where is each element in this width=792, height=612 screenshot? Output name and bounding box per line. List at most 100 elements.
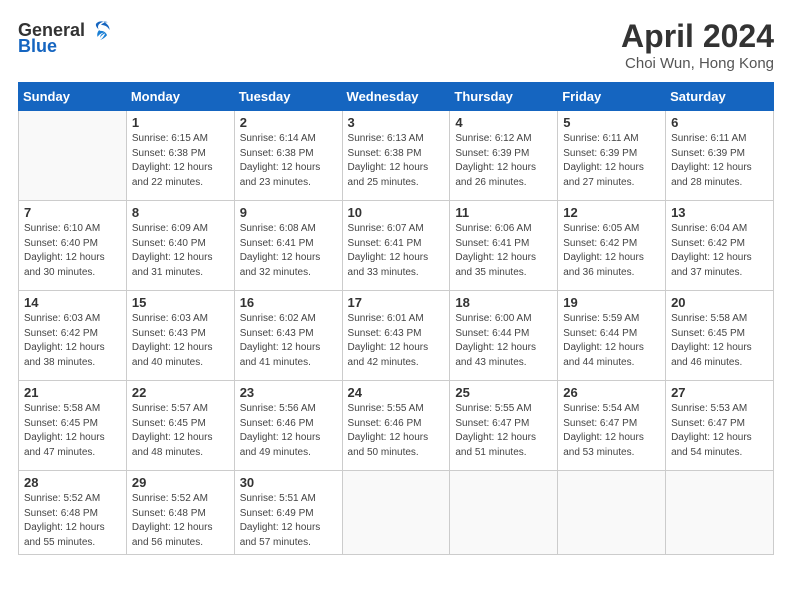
calendar-cell: 17Sunrise: 6:01 AM Sunset: 6:43 PM Dayli… [342, 291, 450, 381]
calendar-cell: 15 Sunrise: 6:03 AM Sunset: 6:43 PM Dayli… [126, 291, 234, 381]
weekday-header-monday: Monday [126, 83, 234, 111]
calendar-cell: 19 Sunrise: 5:59 AM Sunset: 6:44 PM Dayli… [558, 291, 666, 381]
calendar-cell: 10Sunrise: 6:07 AM Sunset: 6:41 PM Dayli… [342, 201, 450, 291]
day-info: Sunrise: 5:56 AM Sunset: 6:46 PM Dayligh… [240, 402, 337, 460]
day-number: 3 [348, 115, 445, 130]
calendar-cell: 3 Sunrise: 6:13 AM Sunset: 6:38 PM Daylig… [342, 111, 450, 201]
day-number: 25 [455, 385, 552, 400]
logo-bird-icon [89, 18, 113, 42]
day-info: Sunrise: 6:06 AM Sunset: 6:41 PM Dayligh… [455, 222, 552, 280]
day-info: Sunrise: 6:13 AM Sunset: 6:38 PM Dayligh… [348, 132, 445, 190]
day-info: Sunrise: 6:00 AM Sunset: 6:44 PM Dayligh… [455, 312, 552, 370]
week-row-3: 14Sunrise: 6:03 AM Sunset: 6:42 PM Dayli… [19, 291, 774, 381]
day-info: Sunrise: 6:11 AM Sunset: 6:39 PM Dayligh… [563, 132, 660, 190]
day-number: 18 [455, 295, 552, 310]
title-block: April 2024 Choi Wun, Hong Kong [621, 18, 774, 72]
day-info: Sunrise: 5:57 AM Sunset: 6:45 PM Dayligh… [132, 402, 229, 460]
logo-blue-text: Blue [18, 36, 57, 57]
day-number: 20 [671, 295, 768, 310]
calendar-cell [666, 471, 774, 555]
page: General Blue April 2024 Choi Wun, Hong K… [0, 0, 792, 612]
day-number: 23 [240, 385, 337, 400]
calendar-cell: 25 Sunrise: 5:55 AM Sunset: 6:47 PM Dayli… [450, 381, 558, 471]
calendar-cell: 1Sunrise: 6:15 AM Sunset: 6:38 PM Daylig… [126, 111, 234, 201]
day-number: 1 [132, 115, 229, 130]
calendar-cell: 5 Sunrise: 6:11 AM Sunset: 6:39 PM Daylig… [558, 111, 666, 201]
weekday-header-thursday: Thursday [450, 83, 558, 111]
month-title: April 2024 [621, 18, 774, 55]
day-info: Sunrise: 6:01 AM Sunset: 6:43 PM Dayligh… [348, 312, 445, 370]
day-number: 19 [563, 295, 660, 310]
day-number: 27 [671, 385, 768, 400]
calendar-cell: 26 Sunrise: 5:54 AM Sunset: 6:47 PM Dayli… [558, 381, 666, 471]
calendar-cell: 11 Sunrise: 6:06 AM Sunset: 6:41 PM Dayli… [450, 201, 558, 291]
weekday-header-row: SundayMondayTuesdayWednesdayThursdayFrid… [19, 83, 774, 111]
weekday-header-tuesday: Tuesday [234, 83, 342, 111]
calendar-table: SundayMondayTuesdayWednesdayThursdayFrid… [18, 82, 774, 555]
logo: General Blue [18, 18, 113, 57]
calendar-cell: 4 Sunrise: 6:12 AM Sunset: 6:39 PM Daylig… [450, 111, 558, 201]
day-info: Sunrise: 5:51 AM Sunset: 6:49 PM Dayligh… [240, 492, 337, 550]
calendar-cell [342, 471, 450, 555]
day-info: Sunrise: 6:14 AM Sunset: 6:38 PM Dayligh… [240, 132, 337, 190]
day-info: Sunrise: 5:58 AM Sunset: 6:45 PM Dayligh… [671, 312, 768, 370]
calendar-cell: 7 Sunrise: 6:10 AM Sunset: 6:40 PM Daylig… [19, 201, 127, 291]
header: General Blue April 2024 Choi Wun, Hong K… [18, 18, 774, 72]
day-info: Sunrise: 5:59 AM Sunset: 6:44 PM Dayligh… [563, 312, 660, 370]
calendar-cell: 20 Sunrise: 5:58 AM Sunset: 6:45 PM Dayli… [666, 291, 774, 381]
day-info: Sunrise: 6:04 AM Sunset: 6:42 PM Dayligh… [671, 222, 768, 280]
calendar-cell: 13 Sunrise: 6:04 AM Sunset: 6:42 PM Dayli… [666, 201, 774, 291]
day-number: 11 [455, 205, 552, 220]
day-number: 22 [132, 385, 229, 400]
day-info: Sunrise: 6:09 AM Sunset: 6:40 PM Dayligh… [132, 222, 229, 280]
week-row-5: 28Sunrise: 5:52 AM Sunset: 6:48 PM Dayli… [19, 471, 774, 555]
day-info: Sunrise: 5:52 AM Sunset: 6:48 PM Dayligh… [132, 492, 229, 550]
calendar-cell: 22 Sunrise: 5:57 AM Sunset: 6:45 PM Dayli… [126, 381, 234, 471]
day-number: 15 [132, 295, 229, 310]
day-info: Sunrise: 6:05 AM Sunset: 6:42 PM Dayligh… [563, 222, 660, 280]
calendar-cell: 21Sunrise: 5:58 AM Sunset: 6:45 PM Dayli… [19, 381, 127, 471]
day-info: Sunrise: 5:54 AM Sunset: 6:47 PM Dayligh… [563, 402, 660, 460]
day-number: 8 [132, 205, 229, 220]
calendar-cell [450, 471, 558, 555]
calendar-cell: 2 Sunrise: 6:14 AM Sunset: 6:38 PM Daylig… [234, 111, 342, 201]
day-number: 24 [348, 385, 445, 400]
calendar-cell: 12Sunrise: 6:05 AM Sunset: 6:42 PM Dayli… [558, 201, 666, 291]
day-info: Sunrise: 5:58 AM Sunset: 6:45 PM Dayligh… [24, 402, 121, 460]
week-row-4: 21Sunrise: 5:58 AM Sunset: 6:45 PM Dayli… [19, 381, 774, 471]
calendar-cell: 18 Sunrise: 6:00 AM Sunset: 6:44 PM Dayli… [450, 291, 558, 381]
day-info: Sunrise: 6:10 AM Sunset: 6:40 PM Dayligh… [24, 222, 121, 280]
calendar-cell [19, 111, 127, 201]
calendar-cell: 29 Sunrise: 5:52 AM Sunset: 6:48 PM Dayli… [126, 471, 234, 555]
calendar-cell: 9Sunrise: 6:08 AM Sunset: 6:41 PM Daylig… [234, 201, 342, 291]
day-info: Sunrise: 5:55 AM Sunset: 6:46 PM Dayligh… [348, 402, 445, 460]
day-number: 13 [671, 205, 768, 220]
day-info: Sunrise: 6:12 AM Sunset: 6:39 PM Dayligh… [455, 132, 552, 190]
day-number: 26 [563, 385, 660, 400]
calendar-cell: 16Sunrise: 6:02 AM Sunset: 6:43 PM Dayli… [234, 291, 342, 381]
day-number: 4 [455, 115, 552, 130]
week-row-2: 7 Sunrise: 6:10 AM Sunset: 6:40 PM Daylig… [19, 201, 774, 291]
day-info: Sunrise: 6:11 AM Sunset: 6:39 PM Dayligh… [671, 132, 768, 190]
calendar-cell: 27Sunrise: 5:53 AM Sunset: 6:47 PM Dayli… [666, 381, 774, 471]
day-number: 5 [563, 115, 660, 130]
day-number: 16 [240, 295, 337, 310]
calendar-cell [558, 471, 666, 555]
day-number: 9 [240, 205, 337, 220]
weekday-header-saturday: Saturday [666, 83, 774, 111]
day-number: 7 [24, 205, 121, 220]
calendar-cell: 8 Sunrise: 6:09 AM Sunset: 6:40 PM Daylig… [126, 201, 234, 291]
calendar-cell: 23 Sunrise: 5:56 AM Sunset: 6:46 PM Dayli… [234, 381, 342, 471]
day-info: Sunrise: 6:03 AM Sunset: 6:43 PM Dayligh… [132, 312, 229, 370]
day-number: 30 [240, 475, 337, 490]
calendar-cell: 14Sunrise: 6:03 AM Sunset: 6:42 PM Dayli… [19, 291, 127, 381]
calendar-cell: 24 Sunrise: 5:55 AM Sunset: 6:46 PM Dayli… [342, 381, 450, 471]
weekday-header-sunday: Sunday [19, 83, 127, 111]
day-info: Sunrise: 5:55 AM Sunset: 6:47 PM Dayligh… [455, 402, 552, 460]
weekday-header-friday: Friday [558, 83, 666, 111]
day-number: 2 [240, 115, 337, 130]
calendar-cell: 30 Sunrise: 5:51 AM Sunset: 6:49 PM Dayli… [234, 471, 342, 555]
day-info: Sunrise: 6:07 AM Sunset: 6:41 PM Dayligh… [348, 222, 445, 280]
day-number: 6 [671, 115, 768, 130]
day-number: 29 [132, 475, 229, 490]
